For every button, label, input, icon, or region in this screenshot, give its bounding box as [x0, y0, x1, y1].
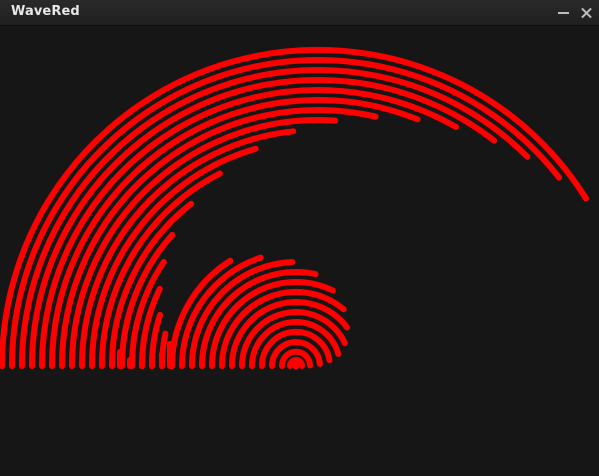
- title-bar[interactable]: WaveRed: [0, 0, 599, 26]
- wave-arcs: [0, 46, 589, 370]
- wave-drawing: [0, 46, 589, 370]
- window-title: WaveRed: [11, 4, 80, 19]
- drawing-canvas: [0, 26, 599, 476]
- close-button[interactable]: [577, 3, 597, 23]
- spiral-center-dot: [292, 362, 300, 370]
- app-window: WaveRed: [0, 0, 599, 476]
- minimize-icon: [558, 12, 569, 14]
- minimize-button[interactable]: [554, 3, 574, 23]
